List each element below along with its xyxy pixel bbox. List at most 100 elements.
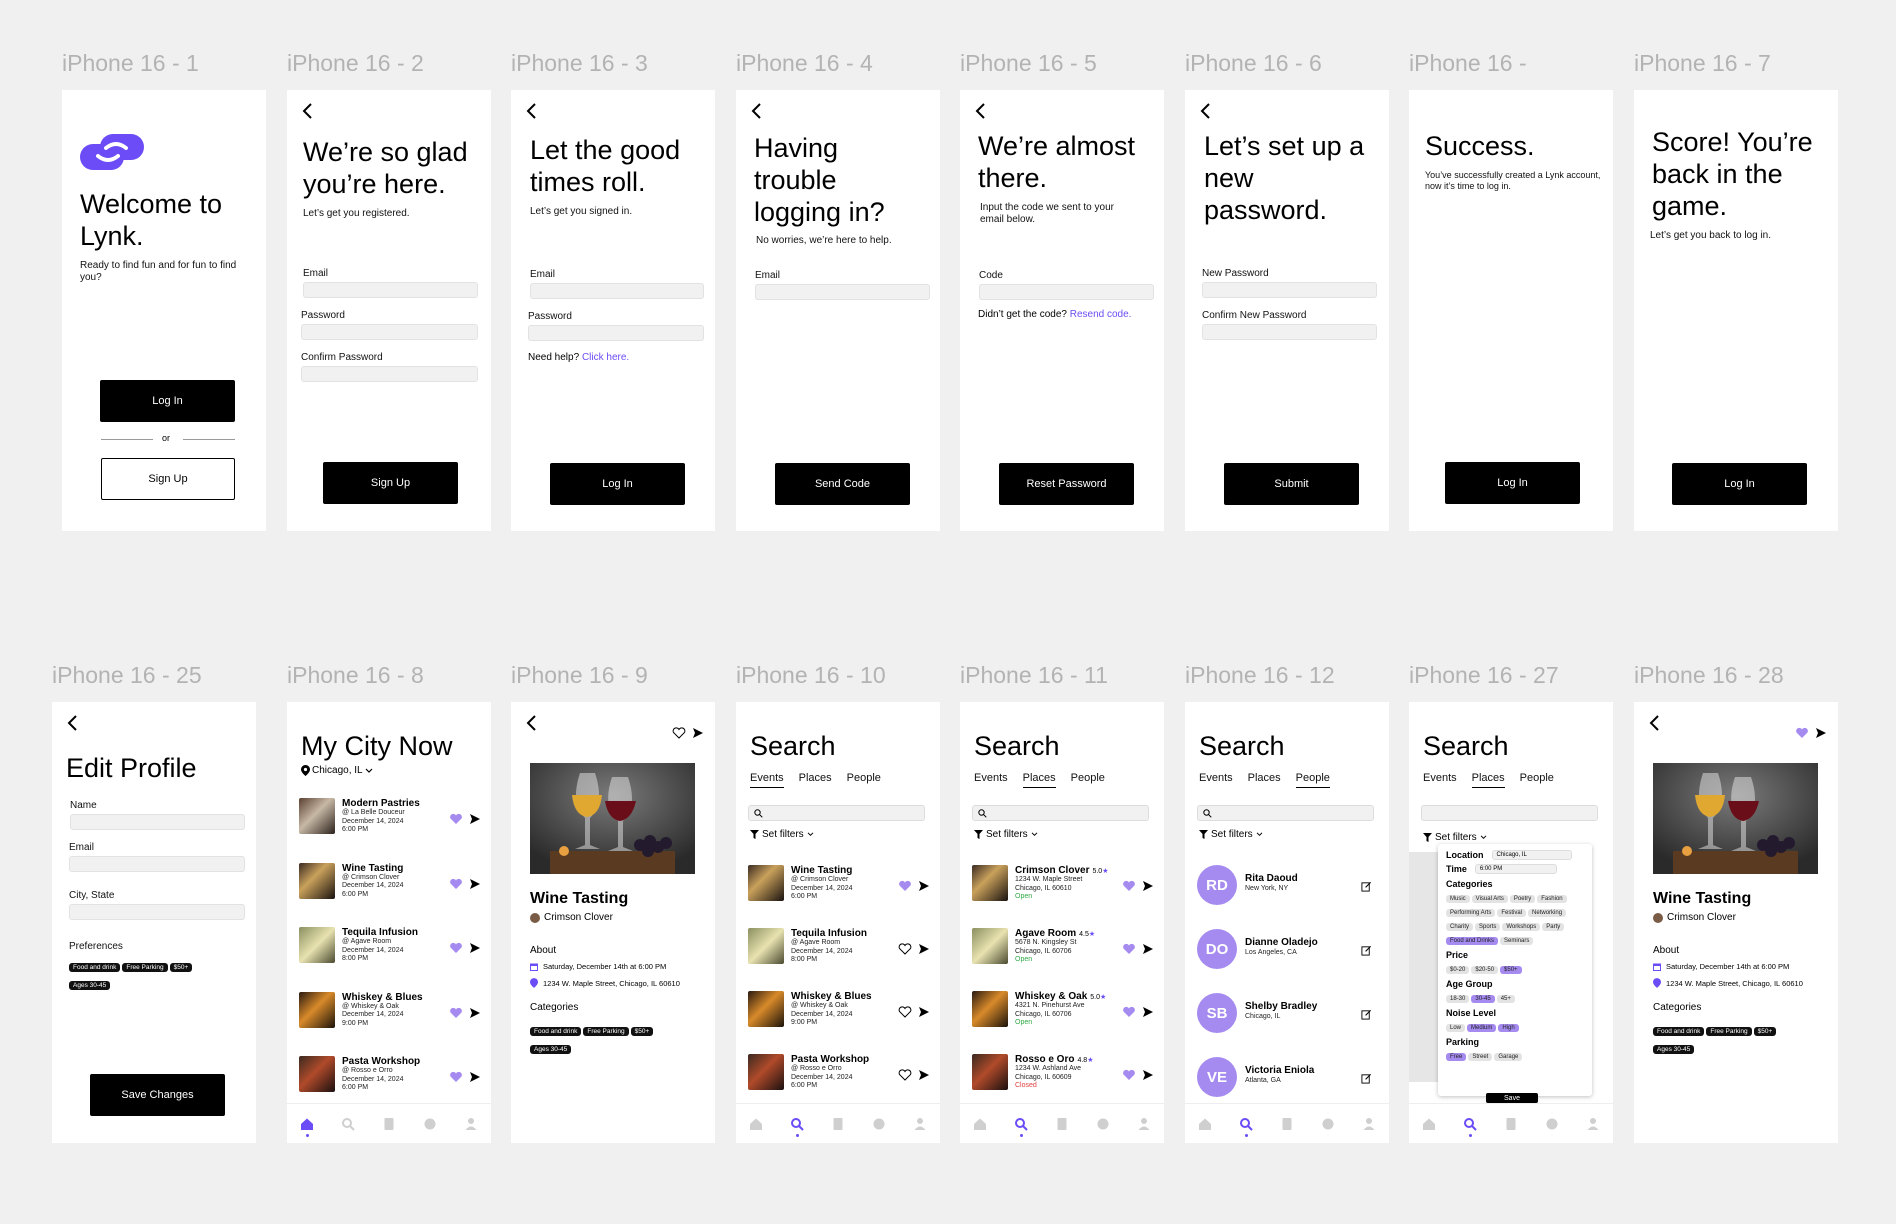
filter-chip[interactable]: $20-50 (1471, 966, 1499, 974)
password-field[interactable] (528, 325, 704, 341)
event-venue-row[interactable]: Crimson Clover (530, 912, 613, 923)
save-changes-button[interactable]: Save Changes (90, 1074, 225, 1116)
list-item[interactable]: Agave Room 4.5★ 5678 N. Kingsley St Chicago… (972, 928, 1154, 970)
profile-icon[interactable] (464, 1117, 478, 1131)
heart-outline-icon[interactable] (898, 942, 912, 955)
share-arrow-icon[interactable] (1142, 1068, 1154, 1080)
list-item[interactable]: Wine Tasting @ Crimson Clover December 14,… (748, 865, 930, 907)
profile-icon[interactable] (1586, 1117, 1600, 1131)
new-password-field[interactable] (1202, 282, 1377, 298)
list-item[interactable]: Crimson Clover 5.0★ 1234 W. Maple Street Ch… (972, 865, 1154, 907)
tab-people[interactable]: People (1520, 772, 1554, 788)
back-arrow-icon[interactable] (521, 712, 543, 734)
back-arrow-icon[interactable] (746, 100, 768, 122)
filter-chip[interactable]: Street (1468, 1053, 1493, 1061)
tab-places[interactable]: Places (1471, 772, 1505, 788)
email-field[interactable] (303, 282, 478, 298)
heart-filled-icon[interactable] (449, 1070, 463, 1082)
back-arrow-icon[interactable] (1195, 100, 1217, 122)
list-item[interactable]: Wine Tasting @ Crimson Clover December 14,… (299, 862, 481, 905)
filter-chip[interactable]: High (1498, 1024, 1519, 1032)
back-arrow-icon[interactable] (521, 100, 543, 122)
name-field[interactable] (70, 814, 245, 830)
search-input[interactable] (972, 805, 1149, 821)
search-input[interactable] (1197, 805, 1374, 821)
share-arrow-icon[interactable] (1142, 879, 1154, 891)
tab-places[interactable]: Places (1248, 772, 1281, 788)
list-item[interactable]: Modern Pastries @ La Belle Douceur Decembe… (299, 798, 481, 840)
search-icon[interactable] (790, 1117, 804, 1137)
filter-chip[interactable]: Medium (1467, 1024, 1497, 1032)
list-item[interactable]: VE Victoria Eniola Atlanta, GA (1197, 1057, 1377, 1097)
edit-icon[interactable] (1361, 943, 1373, 956)
tab-events[interactable]: Events (1423, 772, 1457, 788)
filter-chip[interactable]: Party (1542, 923, 1565, 931)
home-icon[interactable] (1198, 1117, 1212, 1131)
heart-outline-icon[interactable] (898, 1005, 912, 1018)
event-venue-row[interactable]: Crimson Clover (1653, 912, 1736, 923)
search-icon[interactable] (1239, 1117, 1253, 1137)
resend-code-link[interactable]: Resend code. (1070, 309, 1132, 320)
list-item[interactable]: Pasta Workshop @ Rosso e Orro December 14,… (299, 1056, 480, 1098)
share-arrow-icon[interactable] (469, 1006, 481, 1018)
filter-chip[interactable]: 45+ (1496, 995, 1515, 1003)
share-arrow-icon[interactable] (469, 877, 481, 889)
back-arrow-icon[interactable] (297, 100, 319, 122)
back-arrow-icon[interactable] (62, 712, 84, 734)
profile-icon[interactable] (913, 1117, 927, 1131)
tab-people[interactable]: People (1071, 772, 1105, 788)
login-submit-button[interactable]: Log In (550, 463, 685, 505)
search-input[interactable] (1421, 805, 1598, 821)
filter-chip[interactable]: Performing Arts (1446, 909, 1496, 917)
home-icon[interactable] (300, 1117, 314, 1137)
set-filters-button[interactable]: Set filters (750, 829, 814, 840)
back-arrow-icon[interactable] (1644, 712, 1666, 734)
heart-outline-icon[interactable] (672, 727, 686, 739)
filter-chip[interactable]: Sports (1475, 923, 1501, 931)
list-item[interactable]: RD Rita Daoud New York, NY (1197, 865, 1377, 905)
chat-icon[interactable] (423, 1117, 437, 1131)
share-arrow-icon[interactable] (918, 942, 930, 954)
city-state-field[interactable] (69, 904, 245, 920)
search-input[interactable] (748, 805, 925, 821)
share-arrow-icon[interactable] (918, 879, 930, 891)
password-field[interactable] (301, 324, 478, 340)
home-icon[interactable] (749, 1117, 763, 1131)
filter-chip[interactable]: Seminars (1500, 937, 1534, 945)
tab-events[interactable]: Events (974, 772, 1008, 788)
filter-chip[interactable]: Networking (1528, 909, 1567, 917)
email-field[interactable] (69, 856, 245, 872)
edit-icon[interactable] (1361, 1007, 1373, 1020)
saved-icon[interactable] (1504, 1117, 1518, 1131)
signup-submit-button[interactable]: Sign Up (323, 462, 458, 504)
edit-icon[interactable] (1361, 879, 1373, 892)
send-code-button[interactable]: Send Code (775, 463, 910, 505)
filter-chip[interactable]: Music (1446, 895, 1470, 903)
reset-password-button[interactable]: Reset Password (999, 463, 1134, 505)
pref-tag[interactable]: Food and drink (69, 963, 121, 972)
chat-icon[interactable] (872, 1117, 886, 1131)
filter-chip[interactable]: 30-45 (1471, 995, 1495, 1003)
heart-filled-icon[interactable] (1122, 942, 1136, 954)
filter-chip[interactable]: $50+ (1500, 966, 1522, 974)
heart-filled-icon[interactable] (1795, 727, 1809, 739)
heart-filled-icon[interactable] (898, 879, 912, 891)
share-arrow-icon[interactable] (918, 1068, 930, 1080)
pref-tag[interactable]: Free Parking (122, 963, 168, 972)
heart-filled-icon[interactable] (449, 812, 463, 824)
filter-chip[interactable]: Free (1446, 1053, 1467, 1061)
chat-icon[interactable] (1321, 1117, 1335, 1131)
share-arrow-icon[interactable] (1142, 1005, 1154, 1017)
filter-save-button[interactable]: Save (1486, 1093, 1538, 1103)
tab-places[interactable]: Places (1022, 772, 1056, 788)
score-login-button[interactable]: Log In (1672, 463, 1807, 505)
filter-chip[interactable]: Fashion (1537, 895, 1567, 903)
saved-icon[interactable] (831, 1117, 845, 1131)
share-arrow-icon[interactable] (469, 941, 481, 953)
filter-chip[interactable]: $0-20 (1446, 966, 1470, 974)
share-arrow-icon[interactable] (692, 727, 704, 739)
heart-filled-icon[interactable] (1122, 879, 1136, 891)
share-arrow-icon[interactable] (1142, 942, 1154, 954)
share-arrow-icon[interactable] (469, 812, 481, 824)
list-item[interactable]: Pasta Workshop @ Rosso e Orro December 14,… (748, 1054, 930, 1096)
